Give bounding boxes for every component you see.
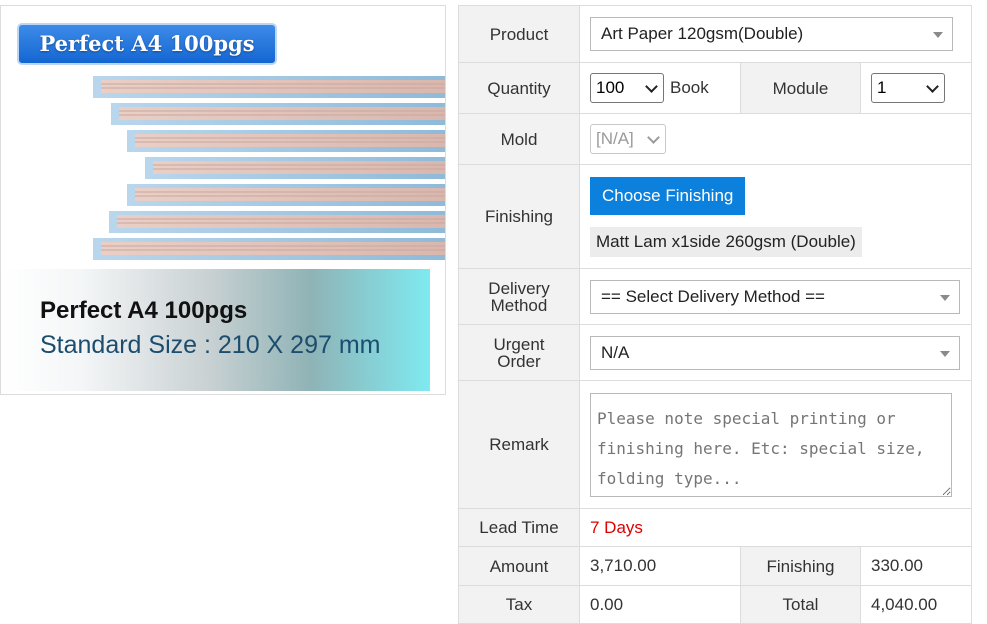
row-finishing: Finishing Choose Finishing Matt Lam x1si… [458,164,973,269]
amount-label: Amount [458,546,580,586]
product-image-panel: Perfect A4 100pgs Perfect A4 100pgs Stan… [0,5,446,395]
book-4 [145,157,445,179]
remark-textarea[interactable] [590,392,952,497]
row-quantity: Quantity 100 Book Module 1 [458,62,973,114]
quantity-select[interactable]: 100 [590,73,664,103]
urgent-order-select-value: N/A [601,342,630,362]
lead-time-label: Lead Time [458,508,580,547]
product-badge: Perfect A4 100pgs [17,23,277,65]
book-stack-illustration [93,76,445,260]
delivery-method-select[interactable]: == Select Delivery Method == [590,279,960,314]
selected-finishing-tag: Matt Lam x1side 260gsm (Double) [590,226,862,257]
finishing-cost-value: 330.00 [859,546,973,586]
product-caption-banner: Perfect A4 100pgs Standard Size : 210 X … [4,269,430,391]
mold-select[interactable]: [N/A] [590,124,666,154]
delivery-method-label: Delivery Method [458,268,580,325]
row-tax-total: Tax 0.00 Total 4,040.00 [458,585,973,624]
mold-label: Mold [458,113,580,165]
row-amount: Amount 3,710.00 Finishing 330.00 [458,546,973,586]
chevron-down-icon [926,80,939,93]
delivery-method-select-value: == Select Delivery Method == [601,286,825,306]
dropdown-arrow-icon [933,32,943,38]
urgent-order-select[interactable]: N/A [590,335,960,370]
dropdown-arrow-icon [940,294,950,301]
tax-value: 0.00 [579,585,741,624]
row-delivery-method: Delivery Method == Select Delivery Metho… [458,268,973,325]
quantity-label: Quantity [458,62,580,114]
row-remark: Remark [458,380,973,509]
row-mold: Mold [N/A] [458,113,973,165]
module-label: Module [740,62,861,114]
product-select[interactable]: Art Paper 120gsm(Double) [590,17,953,51]
amount-value: 3,710.00 [579,546,741,586]
finishing-cost-label: Finishing [740,546,861,586]
module-select-value: 1 [877,78,887,97]
mold-select-value: [N/A] [596,129,634,148]
book-3 [127,130,445,152]
module-select[interactable]: 1 [871,73,945,103]
total-value: 4,040.00 [859,585,973,624]
chevron-down-icon [647,131,660,144]
book-2 [111,103,445,125]
finishing-label: Finishing [458,164,580,269]
row-urgent-order: Urgent Order N/A [458,324,973,381]
lead-time-value: 7 Days [578,508,973,547]
row-product: Product Art Paper 120gsm(Double) [458,5,973,63]
row-lead-time: Lead Time 7 Days [458,508,973,547]
choose-finishing-button[interactable]: Choose Finishing [590,176,746,215]
product-select-value: Art Paper 120gsm(Double) [601,24,804,43]
book-6 [109,211,445,233]
remark-label: Remark [458,380,580,509]
urgent-order-label: Urgent Order [458,324,580,381]
book-7 [93,238,445,260]
quantity-unit: Book [670,78,709,97]
chevron-down-icon [645,80,658,93]
caption-title: Perfect A4 100pgs [40,297,248,324]
total-label: Total [740,585,861,624]
quantity-select-value: 100 [596,78,625,97]
book-5 [127,184,445,206]
caption-size: Standard Size : 210 X 297 mm [40,331,381,359]
dropdown-arrow-icon [940,350,950,357]
tax-label: Tax [458,585,580,624]
product-label: Product [458,5,580,63]
order-form-table: Product Art Paper 120gsm(Double) Quantit… [458,5,973,624]
book-1 [93,76,445,98]
